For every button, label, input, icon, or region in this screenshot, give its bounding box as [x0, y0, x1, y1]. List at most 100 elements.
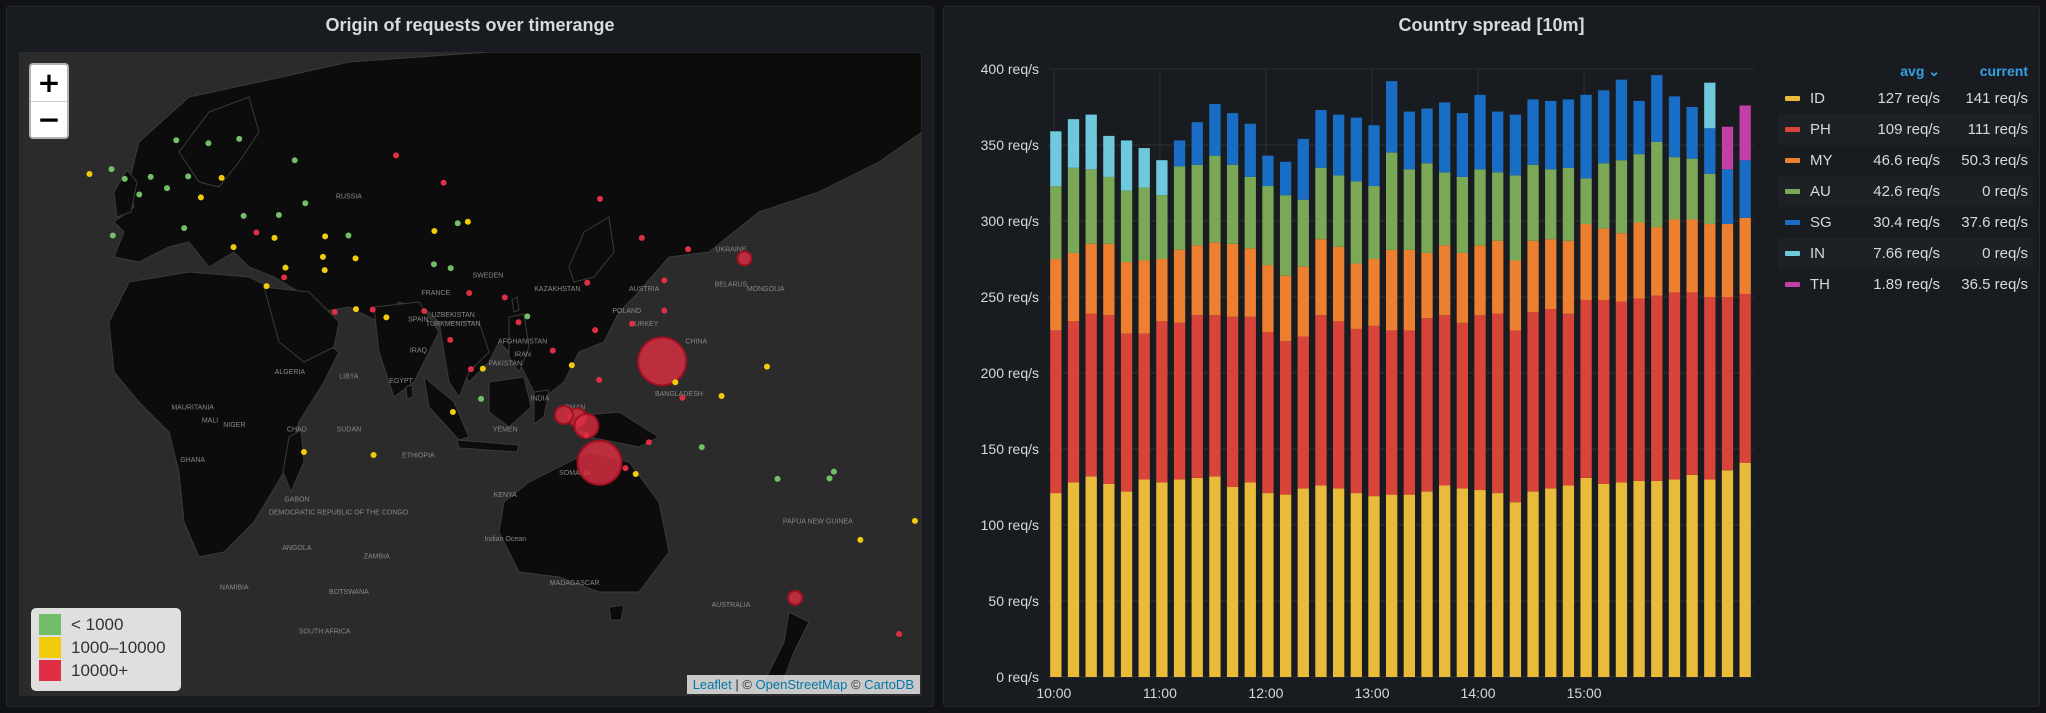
map-marker[interactable] [275, 211, 282, 218]
bar-segment-sg[interactable] [1315, 110, 1327, 168]
map-marker[interactable] [464, 218, 471, 225]
bar-segment-my[interactable] [1686, 219, 1698, 293]
bar-segment-my[interactable] [1456, 252, 1469, 323]
bar-segment-sg[interactable] [1421, 108, 1433, 164]
map-marker[interactable] [787, 589, 804, 606]
bar-segment-id[interactable] [1651, 480, 1663, 677]
bar-segment-id[interactable] [1050, 493, 1062, 677]
bar-segment-my[interactable] [1386, 249, 1398, 331]
bar-segment-sg[interactable] [1297, 138, 1309, 200]
bar-segment-sg[interactable] [1704, 128, 1716, 174]
bar-segment-id[interactable] [1421, 491, 1433, 677]
bar-segment-sg[interactable] [1686, 107, 1698, 159]
bar-segment-id[interactable] [1191, 477, 1203, 677]
bar-segment-my[interactable] [1492, 240, 1504, 314]
bar-segment-au[interactable] [1173, 166, 1186, 250]
bar-segment-ph[interactable] [1050, 330, 1062, 494]
series-color-swatch[interactable] [1785, 158, 1800, 163]
bar-segment-au[interactable] [1297, 199, 1309, 267]
bar-segment-in[interactable] [1138, 148, 1150, 188]
bar-segment-ph[interactable] [1598, 300, 1610, 484]
series-name[interactable]: PH [1810, 114, 1831, 145]
map-marker[interactable] [218, 174, 225, 181]
bar-segment-ph[interactable] [1739, 293, 1751, 463]
bar-segment-sg[interactable] [1173, 140, 1186, 167]
bar-segment-au[interactable] [1226, 164, 1239, 244]
bar-segment-my[interactable] [1262, 265, 1274, 332]
bar-segment-my[interactable] [1050, 259, 1062, 331]
map-marker[interactable] [592, 327, 599, 334]
map-marker[interactable] [147, 173, 154, 180]
panel-title[interactable]: Origin of requests over timerange [7, 7, 933, 43]
bar-segment-ph[interactable] [1315, 315, 1327, 486]
bar-segment-sg[interactable] [1474, 94, 1486, 170]
bar-segment-id[interactable] [1686, 474, 1698, 677]
bar-segment-id[interactable] [1615, 482, 1628, 677]
bar-segment-ph[interactable] [1386, 330, 1398, 495]
bar-segment-id[interactable] [1262, 493, 1274, 677]
map-marker[interactable] [515, 319, 522, 326]
bar-segment-sg[interactable] [1262, 155, 1274, 187]
map-marker[interactable] [466, 290, 473, 297]
bar-segment-au[interactable] [1421, 163, 1433, 253]
bar-segment-my[interactable] [1668, 219, 1681, 293]
map-marker[interactable] [345, 232, 352, 239]
bar-segment-id[interactable] [1120, 491, 1133, 677]
panel-title[interactable]: Country spread [10m] [944, 7, 2039, 43]
bar-segment-sg[interactable] [1279, 161, 1292, 196]
map-marker[interactable] [454, 220, 461, 227]
bar-segment-id[interactable] [1085, 476, 1097, 677]
bar-segment-ph[interactable] [1686, 292, 1698, 475]
bar-segment-ph[interactable] [1615, 301, 1628, 483]
map-marker[interactable] [896, 631, 903, 638]
bar-segment-sg[interactable] [1226, 113, 1239, 165]
map-marker[interactable] [685, 246, 692, 253]
bar-segment-ph[interactable] [1156, 321, 1168, 483]
bar-segment-ph[interactable] [1456, 322, 1469, 489]
map-marker[interactable] [108, 166, 115, 173]
map-marker[interactable] [661, 277, 668, 284]
bar-segment-au[interactable] [1085, 169, 1097, 244]
bar-segment-au[interactable] [1439, 172, 1451, 246]
bar-segment-ph[interactable] [1120, 333, 1133, 492]
bar-segment-id[interactable] [1545, 488, 1557, 677]
bar-segment-ph[interactable] [1067, 321, 1080, 483]
map-marker[interactable] [281, 274, 288, 281]
map-marker[interactable] [549, 347, 556, 354]
bar-segment-my[interactable] [1545, 239, 1557, 310]
map-marker[interactable] [467, 366, 474, 373]
bar-segment-ph[interactable] [1262, 331, 1274, 494]
bar-segment-au[interactable] [1209, 155, 1221, 243]
map-marker[interactable] [181, 225, 188, 232]
bar-segment-ph[interactable] [1209, 315, 1221, 477]
map-marker[interactable] [698, 444, 705, 451]
bar-segment-id[interactable] [1156, 482, 1168, 677]
bar-segment-au[interactable] [1262, 186, 1274, 266]
bar-segment-id[interactable] [1297, 488, 1309, 677]
bar-segment-sg[interactable] [1332, 114, 1345, 176]
bar-segment-my[interactable] [1085, 243, 1097, 314]
bar-segment-ph[interactable] [1704, 297, 1716, 480]
legend-series-ph[interactable]: PH 109 req/s 111 req/s [1778, 114, 2033, 145]
bar-segment-ph[interactable] [1138, 333, 1150, 480]
bar-segment-sg[interactable] [1527, 99, 1539, 165]
map-canvas[interactable]: RUSSIASWEDENPOLANDBELARUSUKRAINEAUSTRIAF… [19, 52, 922, 696]
legend-series-sg[interactable]: SG 30.4 req/s 37.6 req/s [1778, 207, 2033, 238]
bar-segment-my[interactable] [1244, 248, 1256, 317]
bar-segment-my[interactable] [1562, 240, 1575, 314]
map-marker[interactable] [205, 140, 212, 147]
bar-segment-sg[interactable] [1191, 122, 1203, 165]
bar-segment-my[interactable] [1279, 275, 1292, 342]
map-marker[interactable] [164, 185, 171, 192]
bar-segment-sg[interactable] [1739, 160, 1751, 218]
map-marker[interactable] [632, 471, 639, 478]
map-marker[interactable] [282, 264, 289, 271]
series-color-swatch[interactable] [1785, 189, 1800, 194]
bar-segment-ph[interactable] [1173, 322, 1186, 480]
bar-segment-in[interactable] [1103, 135, 1115, 177]
bar-segment-my[interactable] [1633, 222, 1645, 299]
bar-segment-au[interactable] [1138, 187, 1150, 261]
map-marker[interactable] [136, 191, 143, 198]
bar-segment-my[interactable] [1226, 243, 1239, 317]
bar-segment-ph[interactable] [1633, 298, 1645, 481]
